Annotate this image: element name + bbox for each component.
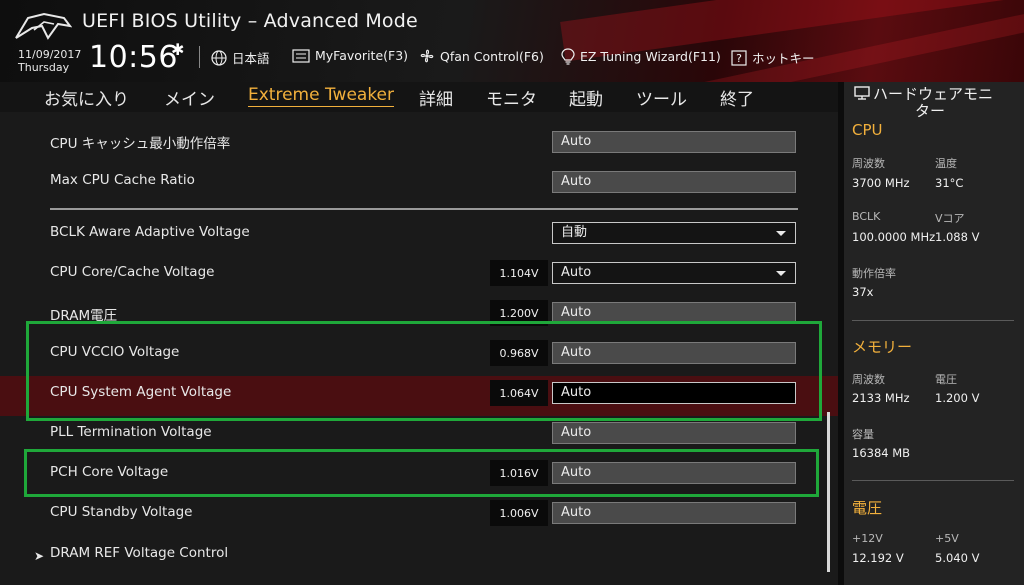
help-icon: ? xyxy=(731,49,747,66)
header-bar: UEFI BIOS Utility – Advanced Mode 11/09/… xyxy=(0,0,1024,82)
vcore-label: Vコア xyxy=(935,212,965,225)
memory-capacity-label: 容量 xyxy=(852,428,874,441)
date-display: 11/09/2017 Thursday xyxy=(18,48,81,74)
memory-volt-value: 1.200 V xyxy=(935,391,980,405)
globe-icon xyxy=(211,49,227,66)
section-divider xyxy=(50,208,798,210)
dram-ref-voltage-control-link[interactable]: DRAM REF Voltage Control xyxy=(50,545,228,561)
cpu-section-heading: CPU xyxy=(852,121,883,139)
day-text: Thursday xyxy=(18,61,70,74)
monitor-icon xyxy=(854,86,870,100)
v12-label: +12V xyxy=(852,532,883,545)
ez-tuning-wizard-button[interactable]: EZ Tuning Wizard(F11) xyxy=(561,48,721,65)
hw-title-line1: ハードウェアモニ xyxy=(873,85,994,103)
v5-label: +5V xyxy=(935,532,959,545)
setting-label: CPU キャッシュ最小動作倍率 xyxy=(50,136,231,152)
date-text: 11/09/2017 xyxy=(18,48,82,61)
cpu-cache-min-ratio-field[interactable]: Auto xyxy=(552,131,796,153)
chevron-right-icon: ➤ xyxy=(34,549,45,563)
v5-value: 5.040 V xyxy=(935,551,980,565)
language-button[interactable]: 日本語 xyxy=(211,48,270,67)
annotation-box xyxy=(26,321,822,421)
tab-monitor[interactable]: モニタ xyxy=(486,85,537,110)
tab-favorites[interactable]: お気に入り xyxy=(44,85,129,110)
tab-tool[interactable]: ツール xyxy=(636,85,687,110)
scrollbar[interactable] xyxy=(827,412,830,572)
myfavorite-label: MyFavorite(F3) xyxy=(315,48,409,63)
dropdown-value: Auto xyxy=(561,265,592,280)
clock-display: 10:56 xyxy=(89,40,178,75)
section-divider xyxy=(852,480,1014,481)
ratio-value: 37x xyxy=(852,285,874,299)
dropdown-value: 自動 xyxy=(561,225,588,240)
svg-text:?: ? xyxy=(736,52,742,65)
memory-capacity-value: 16384 MB xyxy=(852,446,911,460)
ratio-label: 動作倍率 xyxy=(852,267,896,280)
setting-label: PLL Termination Voltage xyxy=(50,424,212,440)
tab-exit[interactable]: 終了 xyxy=(720,85,754,110)
memory-freq-label: 周波数 xyxy=(852,373,885,386)
setting-label: CPU Core/Cache Voltage xyxy=(50,264,215,280)
cpu-temp-value: 31°C xyxy=(935,176,964,190)
memory-volt-label: 電圧 xyxy=(935,373,957,386)
section-divider xyxy=(852,320,1014,321)
favorite-list-icon xyxy=(292,48,310,63)
gear-icon[interactable]: ✱ xyxy=(171,40,184,59)
cpu-temp-label: 温度 xyxy=(935,157,957,170)
cpu-core-cache-voltage-dropdown[interactable]: Auto xyxy=(552,262,796,284)
bclk-value: 100.0000 MHz xyxy=(852,230,936,244)
language-label: 日本語 xyxy=(232,51,270,66)
tab-extreme-tweaker[interactable]: Extreme Tweaker xyxy=(248,85,395,107)
tab-boot[interactable]: 起動 xyxy=(569,85,603,110)
memory-section-heading: メモリー xyxy=(852,338,913,356)
chevron-down-icon xyxy=(776,231,786,236)
main-nav: お気に入り メイン Extreme Tweaker 詳細 モニタ 起動 ツール … xyxy=(0,82,838,112)
hotkey-label: ホットキー xyxy=(752,51,815,66)
tab-main[interactable]: メイン xyxy=(164,85,215,110)
memory-freq-value: 2133 MHz xyxy=(852,391,910,405)
voltage-readout: 1.104V xyxy=(490,260,548,286)
tab-advanced[interactable]: 詳細 xyxy=(419,85,453,110)
max-cpu-cache-ratio-field[interactable]: Auto xyxy=(552,171,796,193)
vcore-value: 1.088 V xyxy=(935,230,980,244)
app-title: UEFI BIOS Utility – Advanced Mode xyxy=(82,10,418,32)
hardware-monitor-title: ハードウェアモニ ター xyxy=(854,86,1024,120)
qfan-control-button[interactable]: Qfan Control(F6) xyxy=(419,48,544,64)
ez-tuning-label: EZ Tuning Wizard(F11) xyxy=(580,49,721,64)
setting-label: Max CPU Cache Ratio xyxy=(50,172,195,188)
cpu-freq-label: 周波数 xyxy=(852,157,885,170)
setting-label: BCLK Aware Adaptive Voltage xyxy=(50,224,250,240)
pll-termination-voltage-field[interactable]: Auto xyxy=(552,422,796,444)
chevron-down-icon xyxy=(776,271,786,276)
annotation-box xyxy=(24,449,819,497)
setting-label: CPU Standby Voltage xyxy=(50,504,193,520)
myfavorite-button[interactable]: MyFavorite(F3) xyxy=(292,48,408,63)
lightbulb-icon xyxy=(561,48,575,65)
voltage-readout: 1.006V xyxy=(490,500,548,526)
qfan-label: Qfan Control(F6) xyxy=(440,48,544,64)
rog-logo-icon xyxy=(14,12,73,46)
cpu-standby-voltage-field[interactable]: Auto xyxy=(552,502,796,524)
hotkey-button[interactable]: ? ホットキー xyxy=(731,48,815,67)
hw-title-line2: ター xyxy=(914,102,945,120)
v12-value: 12.192 V xyxy=(852,551,904,565)
bclk-label: BCLK xyxy=(852,210,881,223)
voltage-section-heading: 電圧 xyxy=(852,499,883,517)
bclk-aware-adaptive-voltage-dropdown[interactable]: 自動 xyxy=(552,222,796,244)
fan-icon xyxy=(420,49,434,63)
hardware-monitor-panel: ハードウェアモニ ター CPU 周波数 温度 3700 MHz 31°C BCL… xyxy=(838,82,1024,585)
divider xyxy=(199,46,200,68)
settings-panel: CPU キャッシュ最小動作倍率 Auto Max CPU Cache Ratio… xyxy=(0,112,838,585)
cpu-freq-value: 3700 MHz xyxy=(852,176,910,190)
